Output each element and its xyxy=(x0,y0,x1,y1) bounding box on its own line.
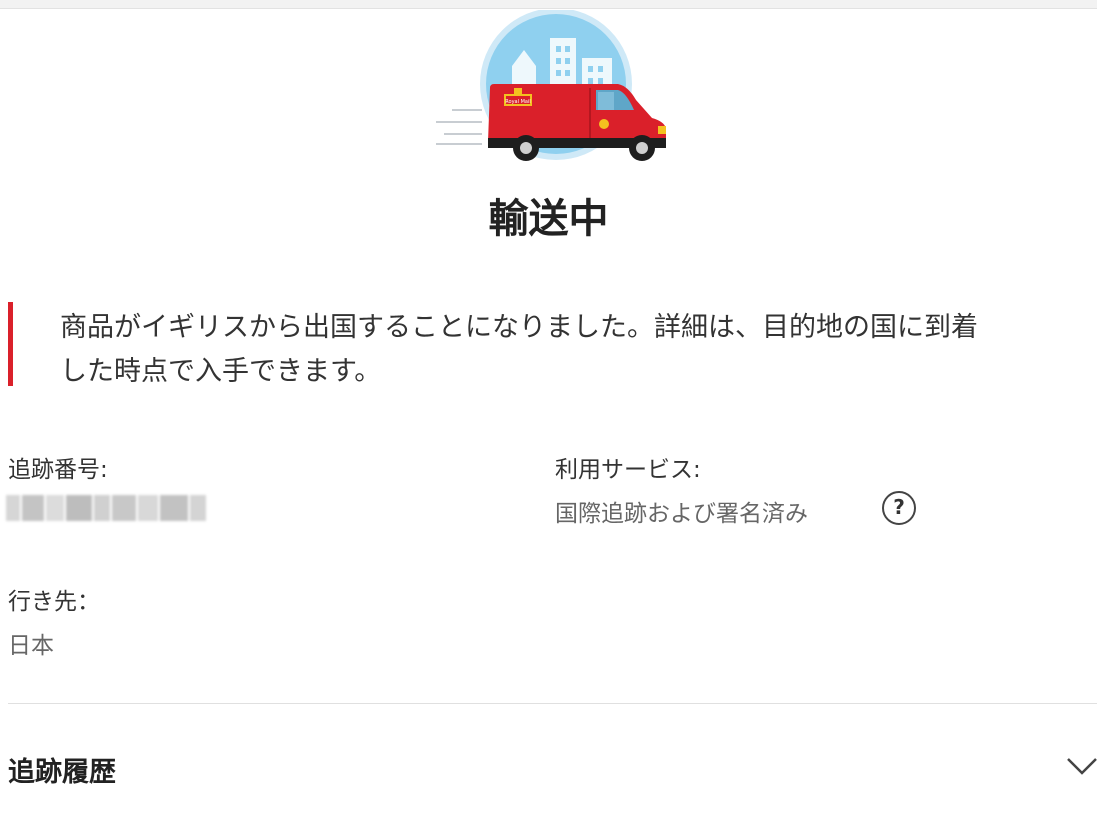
notice-line-1: 商品がイギリスから出国することになりました。詳細は、目的地の国に到着 xyxy=(60,312,978,343)
destination-value: 日本 xyxy=(8,633,54,659)
notice-text: 商品がイギリスから出国することになりました。詳細は、目的地の国に到着 した時点で… xyxy=(60,306,1090,394)
status-title: 輸送中 xyxy=(488,196,609,242)
notice-accent-bar xyxy=(8,302,13,386)
chevron-down-icon xyxy=(1067,758,1097,775)
section-divider xyxy=(8,703,1097,704)
tracking-history-toggle[interactable]: 追跡履歴 xyxy=(0,730,1097,808)
notice-line-2: した時点で入手できます。 xyxy=(60,356,382,387)
destination-label: 行き先： xyxy=(8,589,100,615)
tracking-number-label: 追跡番号: xyxy=(8,457,108,483)
service-label: 利用サービス: xyxy=(555,457,701,483)
tracking-history-title: 追跡履歴 xyxy=(8,757,116,788)
status-notice: 商品がイギリスから出国することになりました。詳細は、目的地の国に到着 した時点で… xyxy=(8,302,1093,387)
top-bar xyxy=(0,0,1097,9)
service-value: 国際追跡および署名済み xyxy=(555,501,808,527)
tracking-number-value-redacted xyxy=(6,495,206,521)
van-badge-text: Royal Mail xyxy=(505,99,530,105)
help-icon[interactable]: ? xyxy=(882,491,916,525)
delivery-van-illustration: Royal Mail xyxy=(436,10,666,161)
